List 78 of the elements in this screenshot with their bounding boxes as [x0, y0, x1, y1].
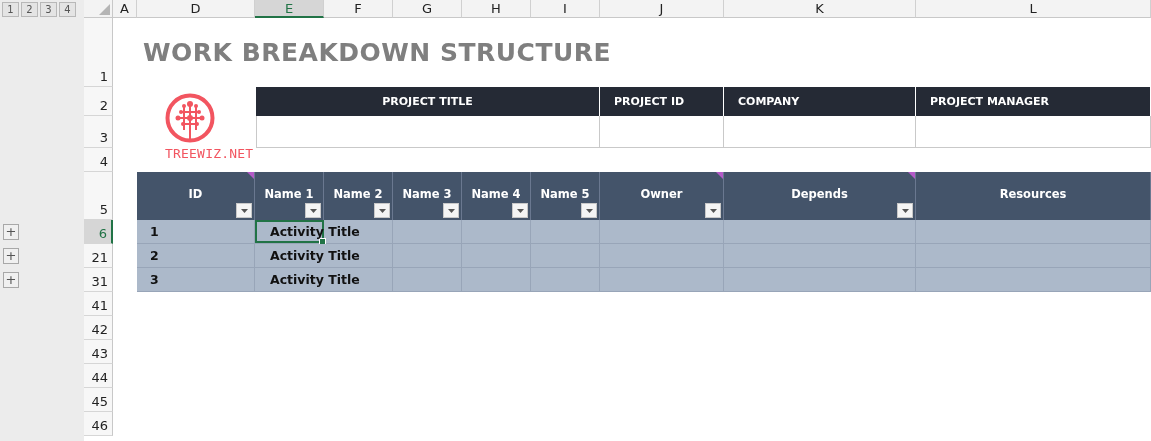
- outline-level-button[interactable]: 1: [2, 1, 19, 17]
- row-header[interactable]: 3: [84, 116, 113, 148]
- row-header[interactable]: 1: [84, 18, 113, 87]
- column-header[interactable]: K: [724, 0, 916, 18]
- filter-dropdown-button[interactable]: [236, 203, 252, 218]
- table-cell: [462, 268, 531, 292]
- table-column-header: Name 4: [462, 172, 531, 220]
- column-header[interactable]: A: [113, 0, 137, 18]
- expand-group-button[interactable]: +: [3, 272, 19, 288]
- row-header[interactable]: 44: [84, 364, 113, 388]
- table-cell: [393, 268, 462, 292]
- table-cell: [531, 220, 600, 244]
- row-header[interactable]: 5: [84, 172, 113, 220]
- filter-dropdown-button[interactable]: [374, 203, 390, 218]
- row-header[interactable]: 6: [84, 220, 113, 244]
- filter-dropdown-button[interactable]: [512, 203, 528, 218]
- table-column-header: Name 5: [531, 172, 600, 220]
- sheet-title: WORK BREAKDOWN STRUCTURE: [143, 38, 612, 67]
- table-column-header: Name 1: [255, 172, 324, 220]
- filter-dropdown-button[interactable]: [305, 203, 321, 218]
- row-header[interactable]: 45: [84, 388, 113, 412]
- table-cell: [531, 268, 600, 292]
- row-header[interactable]: 2: [84, 87, 113, 116]
- row-header[interactable]: 42: [84, 316, 113, 340]
- expand-group-button[interactable]: +: [3, 248, 19, 264]
- table-cell: [462, 220, 531, 244]
- column-header[interactable]: H: [462, 0, 531, 18]
- table-column-header: Resources: [916, 172, 1151, 220]
- column-header[interactable]: L: [916, 0, 1151, 18]
- column-header[interactable]: J: [600, 0, 724, 18]
- filter-dropdown-button[interactable]: [705, 203, 721, 218]
- outline-level-button[interactable]: 2: [21, 1, 38, 17]
- activity-title-cell[interactable]: Activity Title: [255, 268, 393, 292]
- row-header[interactable]: 46: [84, 412, 113, 436]
- caret-icon: [901, 208, 909, 213]
- column-header[interactable]: E: [255, 0, 324, 18]
- caret-icon: [516, 208, 524, 213]
- column-header[interactable]: I: [531, 0, 600, 18]
- row-header[interactable]: 41: [84, 292, 113, 316]
- id-cell: 1: [137, 220, 255, 244]
- filter-dropdown-button[interactable]: [897, 203, 913, 218]
- table-column-header: Name 2: [324, 172, 393, 220]
- row-header[interactable]: 31: [84, 268, 113, 292]
- table-column-header: Owner: [600, 172, 724, 220]
- filter-dropdown-button[interactable]: [443, 203, 459, 218]
- caret-icon: [240, 208, 248, 213]
- project-field-header: PROJECT MANAGER: [916, 87, 1151, 116]
- project-field-header: COMPANY: [724, 87, 916, 116]
- table-column-header: Name 3: [393, 172, 462, 220]
- caret-icon: [585, 208, 593, 213]
- caret-icon: [378, 208, 386, 213]
- expand-group-button[interactable]: +: [3, 224, 19, 240]
- column-header[interactable]: F: [324, 0, 393, 18]
- project-field-header: PROJECT TITLE: [256, 87, 600, 116]
- caret-icon: [309, 208, 317, 213]
- column-header[interactable]: G: [393, 0, 462, 18]
- column-header[interactable]: D: [137, 0, 255, 18]
- id-cell: 2: [137, 244, 255, 268]
- row-header[interactable]: 21: [84, 244, 113, 268]
- table-column-header: Depends: [724, 172, 916, 220]
- activity-title-cell[interactable]: Activity Title: [255, 244, 393, 268]
- project-field-input[interactable]: [600, 116, 724, 148]
- project-field-input[interactable]: [724, 116, 916, 148]
- row-header[interactable]: 43: [84, 340, 113, 364]
- logo-text: TREEWIZ.NET: [165, 146, 254, 161]
- caret-icon: [447, 208, 455, 213]
- row-header[interactable]: 4: [84, 148, 113, 172]
- outline-level-button[interactable]: 4: [59, 1, 76, 17]
- id-cell: 3: [137, 268, 255, 292]
- caret-icon: [709, 208, 717, 213]
- outline-level-button[interactable]: 3: [40, 1, 57, 17]
- project-field-input[interactable]: [256, 116, 600, 148]
- project-field-header: PROJECT ID: [600, 87, 724, 116]
- tree-logo-icon: [165, 93, 215, 143]
- filter-dropdown-button[interactable]: [581, 203, 597, 218]
- table-column-header: ID: [137, 172, 255, 220]
- project-field-input[interactable]: [916, 116, 1151, 148]
- table-cell: [393, 220, 462, 244]
